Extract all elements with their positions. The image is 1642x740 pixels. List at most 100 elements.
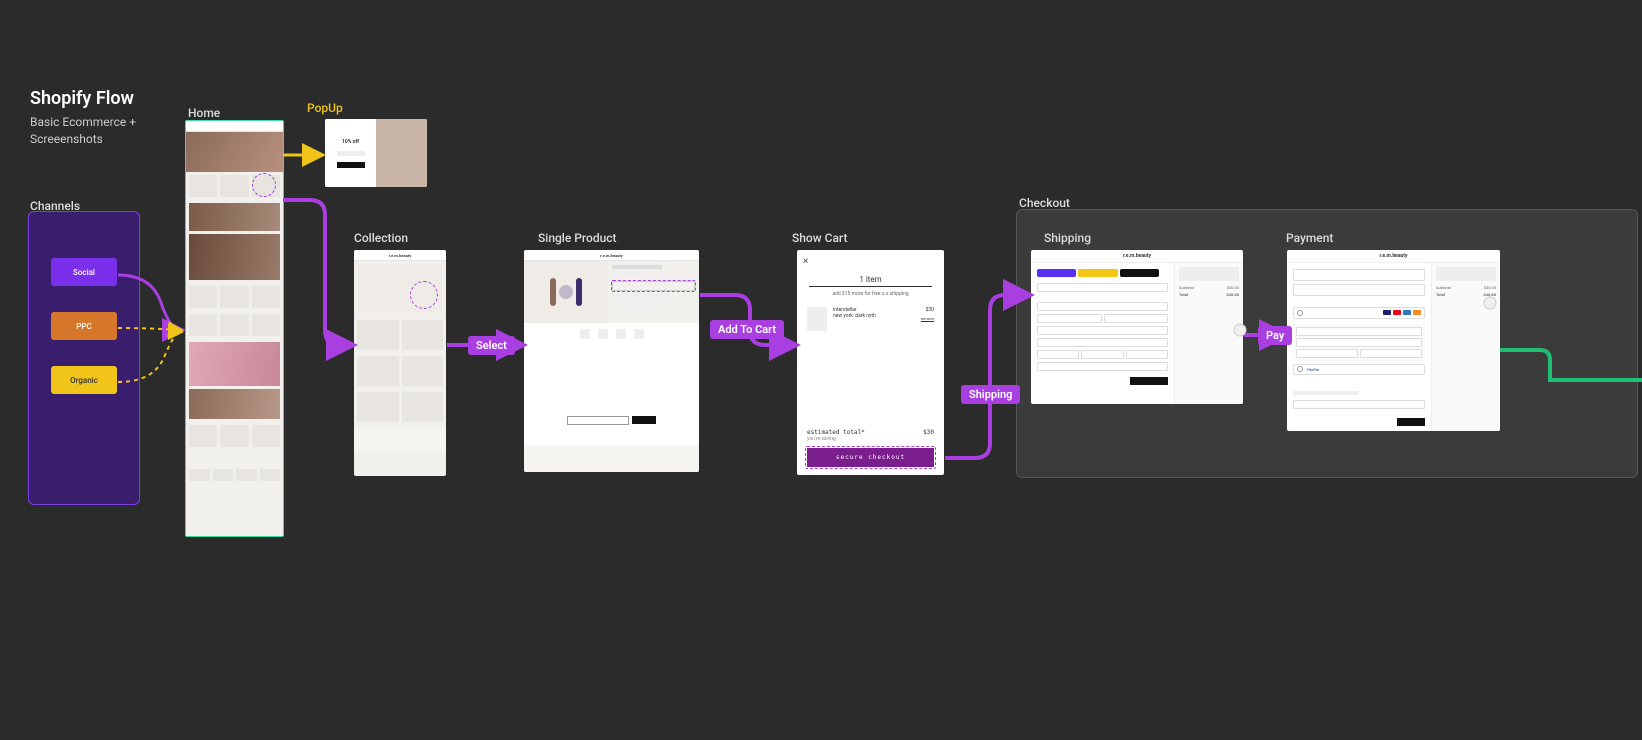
- cart-total-value: $30: [923, 429, 934, 436]
- cart-item-variant: new york: dark nyth: [833, 313, 915, 319]
- home-header: [186, 121, 283, 132]
- cart-header: ×: [797, 250, 944, 273]
- gpay-button[interactable]: [1120, 269, 1159, 277]
- single-info: [608, 261, 700, 323]
- collection-label: Collection: [354, 231, 408, 245]
- secure-checkout-button[interactable]: secure checkout: [807, 448, 934, 467]
- collection-row-2: [354, 353, 446, 389]
- product-bottle: [550, 278, 556, 306]
- cart-item-thumb: [807, 307, 827, 331]
- shipto-summary: [1293, 284, 1425, 296]
- cart-total-label: estimated total*: [807, 429, 865, 436]
- firstname-field[interactable]: [1037, 314, 1102, 323]
- home-label: Home: [188, 106, 220, 120]
- cart-item-price: $30: [921, 307, 934, 313]
- amazonpay-button[interactable]: [1078, 269, 1117, 277]
- pay-total-label: Total: [1436, 292, 1445, 297]
- shipping-screenshot[interactable]: r.e.m.beauty Subtotal$30.: [1031, 250, 1243, 404]
- payment-form: PayPal: [1287, 263, 1431, 431]
- home-products-2: [186, 283, 283, 311]
- shoppay-button[interactable]: [1037, 269, 1076, 277]
- radio-icon: [1297, 310, 1303, 316]
- home-product-highlight: [252, 173, 276, 197]
- edge-pay: Pay: [1258, 326, 1292, 345]
- country-field[interactable]: [1037, 302, 1168, 311]
- popup-offer-panel: 10% off: [325, 119, 376, 187]
- popup-offer: 10% off: [342, 139, 359, 145]
- mastercard-icon: [1393, 310, 1401, 315]
- summary-total-value: $30.00: [1226, 292, 1239, 297]
- amex-icon: [1403, 310, 1411, 315]
- summary-subtotal-value: $30.00: [1227, 285, 1239, 290]
- discover-icon: [1413, 310, 1421, 315]
- cardnumber-field[interactable]: [1296, 327, 1422, 336]
- cvv-field[interactable]: [1360, 349, 1422, 358]
- shipping-label: Shipping: [1044, 231, 1091, 245]
- edge-shipping: Shipping: [961, 385, 1020, 404]
- paynow-button[interactable]: [1397, 418, 1425, 426]
- shipping-summary: Subtotal$30.00 Total$30.00: [1174, 263, 1243, 404]
- single-addtocart-wrap: [612, 281, 696, 291]
- home-banner-4: [189, 342, 280, 386]
- paypal-option[interactable]: PayPal: [1293, 364, 1425, 376]
- cart-item-remove[interactable]: remove: [921, 316, 934, 321]
- close-icon[interactable]: ×: [803, 256, 808, 267]
- phone-field[interactable]: [1037, 362, 1168, 371]
- shipping-header: r.e.m.beauty: [1031, 250, 1243, 263]
- continue-shipping-button[interactable]: [1130, 377, 1168, 385]
- flow-canvas[interactable]: Shopify Flow Basic Ecommerce + Screeensh…: [0, 0, 1642, 740]
- state-field[interactable]: [1081, 350, 1123, 359]
- product-bottle-2: [576, 278, 582, 306]
- single-header: r.e.m.beauty: [524, 250, 699, 261]
- payment-header: r.e.m.beauty: [1287, 250, 1500, 263]
- channel-social[interactable]: Social: [51, 258, 117, 286]
- single-newsletter: [524, 395, 699, 445]
- channels-panel[interactable]: Social PPC Organic: [28, 211, 140, 505]
- apt-field[interactable]: [1037, 338, 1168, 347]
- home-banner-3: [189, 234, 280, 280]
- checkout-label: Checkout: [1019, 196, 1070, 210]
- cart-screenshot[interactable]: × 1 item add $15 more for free u.s shipp…: [797, 250, 944, 475]
- pay-subtotal-label: Subtotal: [1436, 285, 1451, 290]
- single-footer: [524, 445, 699, 472]
- billing-same[interactable]: [1293, 400, 1425, 409]
- cardname-field[interactable]: [1296, 338, 1422, 347]
- pay-subtotal-value: $30.00: [1484, 285, 1496, 290]
- paypal-label: PayPal: [1307, 367, 1319, 372]
- lastname-field[interactable]: [1104, 314, 1169, 323]
- home-hero: [186, 132, 283, 172]
- cart-footer: estimated total* $30 you're saving secur…: [797, 421, 944, 475]
- summary-total-label: Total: [1179, 292, 1188, 297]
- collection-row-3: [354, 389, 446, 425]
- edge-select: Select: [468, 336, 515, 355]
- popup-cta: [337, 162, 365, 168]
- address-field[interactable]: [1037, 326, 1168, 335]
- single-screenshot[interactable]: r.e.m.beauty: [524, 250, 699, 472]
- single-features: [524, 323, 699, 395]
- channel-organic[interactable]: Organic: [51, 366, 117, 394]
- home-screenshot[interactable]: [185, 120, 284, 537]
- city-field[interactable]: [1037, 350, 1079, 359]
- payment-screenshot[interactable]: r.e.m.beauty PayPa: [1287, 250, 1500, 431]
- radio-icon: [1297, 366, 1303, 372]
- home-thumbs: [186, 466, 283, 484]
- email-field[interactable]: [1037, 283, 1168, 292]
- popup-input: [337, 151, 365, 156]
- collection-header: r.e.m.beauty: [354, 250, 446, 261]
- flow-subtitle: Basic Ecommerce + Screeenshots: [30, 114, 136, 148]
- single-label: Single Product: [538, 231, 617, 245]
- flow-title: Shopify Flow: [30, 88, 134, 109]
- cart-saving: you're saving: [807, 436, 934, 442]
- exp-field[interactable]: [1296, 349, 1358, 358]
- home-banner-5: [189, 389, 280, 419]
- home-footer: [186, 450, 283, 466]
- collection-screenshot[interactable]: r.e.m.beauty: [354, 250, 446, 476]
- zip-field[interactable]: [1126, 350, 1168, 359]
- channel-ppc[interactable]: PPC: [51, 312, 117, 340]
- edge-addtocart: Add To Cart: [710, 320, 784, 339]
- popup-screenshot[interactable]: 10% off: [325, 119, 427, 187]
- single-image: [524, 261, 608, 323]
- creditcard-option[interactable]: [1293, 307, 1425, 319]
- summary-thumb: [1436, 267, 1496, 281]
- collection-highlight: [410, 281, 438, 309]
